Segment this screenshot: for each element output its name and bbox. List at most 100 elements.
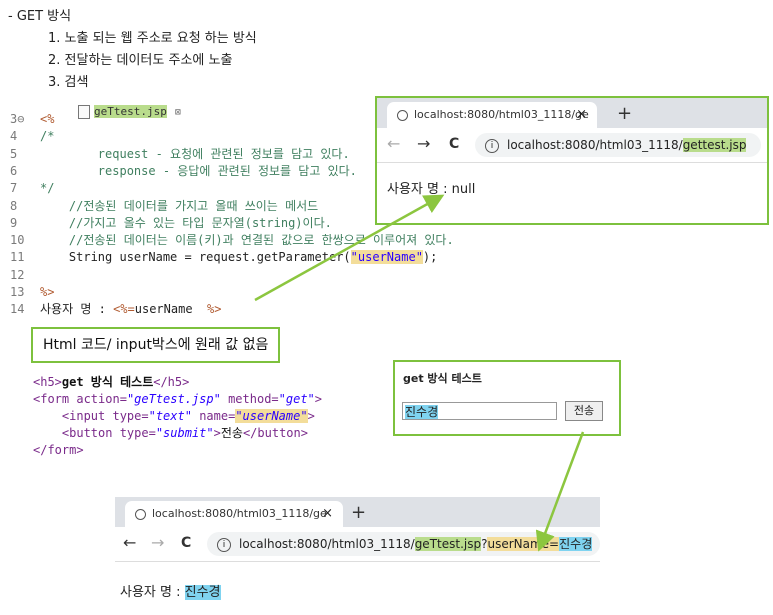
editor-tab[interactable]: geTtest.jsp ⊠: [78, 103, 181, 121]
code-token: <form: [33, 392, 77, 406]
reload-icon[interactable]: C: [449, 134, 459, 154]
code-line: 14 사용자 명 : <%=userName %>: [10, 301, 221, 318]
code-token: request - 요청에 관련된 정보를 담고 있다.: [40, 146, 350, 161]
code-token: type=: [112, 409, 149, 423]
code-token: );: [422, 250, 438, 265]
page-body-text: 사용자 명 : 진수경: [120, 581, 221, 600]
browser-tab[interactable]: localhost:8080/html03_1118/ge ×: [387, 102, 597, 128]
code-token: //전송된 데이터를 가지고 올때 쓰이는 메서드: [40, 198, 319, 213]
jsp-code-editor: geTtest.jsp ⊠ 3⊖ <% 4 /* 5 request - 요청에 관련된 …: [10, 103, 454, 318]
username-input-value: 진수경: [405, 405, 439, 419]
code-line: </form>: [33, 442, 322, 459]
code-line: 4 /*: [10, 128, 54, 145]
code-line: 12: [10, 267, 40, 284]
close-icon[interactable]: ⊠: [175, 107, 181, 118]
code-token: response - 응답에 관련된 정보를 담고 있다.: [40, 163, 357, 178]
callout-note: Html 코드/ input박스에 원래 값 없음: [31, 327, 281, 363]
url-param-value: 진수경: [559, 537, 593, 551]
code-token: "geTtest.jsp": [126, 392, 221, 406]
line-number: 14: [10, 302, 25, 317]
code-token: "userName": [350, 250, 423, 265]
forward-arrow-icon[interactable]: →: [417, 134, 430, 154]
forward-arrow-icon[interactable]: →: [151, 533, 164, 553]
code-token: </h5>: [153, 375, 190, 389]
file-icon: [78, 105, 90, 119]
back-arrow-icon[interactable]: ←: [387, 134, 400, 154]
line-number: 10: [10, 233, 25, 248]
code-token: //가지고 올수 있는 타입 문자열(string)이다.: [40, 215, 332, 230]
page-body-text: 사용자 명 : null: [387, 182, 476, 197]
code-token: "userName": [235, 409, 308, 423]
back-arrow-icon[interactable]: ←: [123, 533, 136, 553]
code-token: %>: [207, 302, 222, 317]
line-number: 13: [10, 285, 25, 299]
line-number: 4: [10, 129, 18, 144]
url-prefix: localhost:8080/html03_1118/: [239, 537, 415, 551]
code-line: 10 //전송된 데이터는 이름(키)과 연결된 값으로 한쌍으로 이루어져 있…: [10, 232, 454, 249]
notes-section: - GET 방식 1. 노출 되는 웹 주소로 요청 하는 방식 2. 전달하는…: [8, 6, 257, 94]
notes-item-1: 1. 노출 되는 웹 주소로 요청 하는 방식: [48, 31, 257, 46]
form-preview: get 방식 테스트 진수경 전송: [393, 360, 621, 436]
code-line: 9 //가지고 올수 있는 타입 문자열(string)이다.: [10, 215, 332, 232]
code-token: >: [314, 392, 323, 406]
line-number: 11: [10, 250, 25, 265]
code-token: </form>: [33, 443, 84, 457]
code-token: /*: [40, 129, 55, 144]
info-icon[interactable]: i: [485, 138, 499, 153]
line-number: 12: [10, 267, 25, 282]
code-line: 3⊖ <%: [10, 111, 54, 128]
address-bar[interactable]: i localhost:8080/html03_1118/geTtest.jsp?…: [207, 532, 600, 556]
globe-icon: [397, 109, 408, 121]
code-token: <button: [33, 426, 120, 440]
code-line: 8 //전송된 데이터를 가지고 올때 쓰이는 메서드: [10, 198, 318, 215]
browser-window-result-value: localhost:8080/html03_1118/ge × + ← → C …: [115, 497, 600, 615]
code-token: "submit": [155, 426, 214, 440]
code-token: <%=: [113, 302, 135, 317]
browser-toolbar: ← → C i localhost:8080/html03_1118/gettes…: [377, 128, 767, 163]
code-line: <h5>get 방식 테스트</h5>: [33, 374, 322, 391]
body-label: 사용자 명 :: [120, 585, 185, 600]
notes-item-3: 3. 검색: [48, 75, 89, 90]
line-number: 5: [10, 146, 18, 161]
line-number: 8: [10, 198, 18, 213]
close-icon[interactable]: ×: [322, 501, 333, 527]
browser-window-result-null: localhost:8080/html03_1118/ge × + ← → C …: [375, 96, 769, 225]
reload-icon[interactable]: C: [181, 533, 191, 553]
notes-item-2: 2. 전달하는 데이터도 주소에 노출: [48, 53, 233, 68]
code-token: action=: [76, 392, 127, 406]
tab-title: localhost:8080/html03_1118/ge: [152, 507, 327, 520]
line-number: 6: [10, 163, 18, 178]
code-token: <h5>: [33, 375, 62, 389]
tab-title: localhost:8080/html03_1118/ge: [414, 108, 589, 121]
plus-icon[interactable]: +: [351, 501, 366, 525]
address-bar[interactable]: i localhost:8080/html03_1118/gettest.jsp: [475, 133, 761, 157]
browser-toolbar: ← → C i localhost:8080/html03_1118/geTtes…: [115, 527, 600, 562]
code-line: <button type="submit">전송</button>: [33, 425, 322, 442]
url-param-name: userName=: [487, 537, 560, 551]
code-token: String userName = request.getParameter(: [40, 250, 351, 265]
plus-icon[interactable]: +: [617, 102, 632, 126]
line-number: 7: [10, 181, 18, 196]
code-token: <%: [40, 112, 55, 126]
info-icon[interactable]: i: [217, 537, 231, 552]
code-token: userName: [134, 302, 207, 317]
code-token: name=: [191, 409, 236, 423]
code-line: 11 String userName = request.getParamete…: [10, 249, 437, 266]
code-token: type=: [119, 426, 156, 440]
code-token: >: [307, 409, 315, 423]
code-line: 7 */: [10, 180, 54, 197]
code-token: method=: [220, 392, 279, 406]
username-input[interactable]: 진수경: [402, 402, 557, 420]
globe-icon: [135, 508, 146, 520]
code-token: get 방식 테스트: [61, 375, 154, 389]
code-line: <input type="text" name="userName">: [33, 408, 322, 425]
browser-tab[interactable]: localhost:8080/html03_1118/ge ×: [125, 501, 343, 527]
code-line: 6 response - 응답에 관련된 정보를 담고 있다.: [10, 163, 357, 180]
code-token: </button>: [242, 426, 308, 440]
submit-button[interactable]: 전송: [565, 401, 603, 421]
form-title: get 방식 테스트: [403, 372, 482, 385]
line-number: 9: [10, 215, 18, 230]
code-token: //전송된 데이터는 이름(키)과 연결된 값으로 한쌍으로 이루어져 있다.: [40, 233, 454, 248]
close-icon[interactable]: ×: [576, 102, 587, 128]
url-prefix: localhost:8080/html03_1118/: [507, 138, 683, 152]
